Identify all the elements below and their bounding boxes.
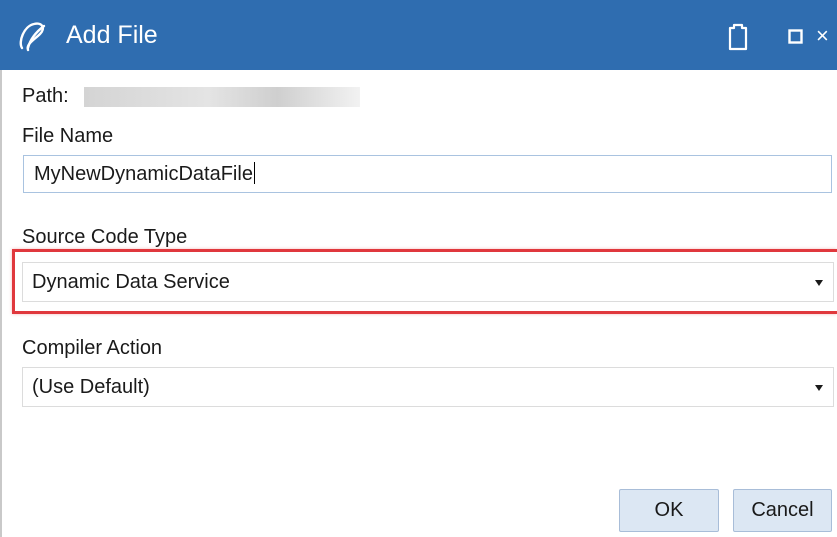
maximize-icon[interactable] xyxy=(788,29,803,44)
title-bar: Add File × xyxy=(0,0,837,70)
compiler-action-select[interactable]: (Use Default) xyxy=(22,367,834,407)
swirl-logo-icon xyxy=(19,22,46,52)
compiler-action-selected: (Use Default) xyxy=(32,376,150,398)
file-name-label: File Name xyxy=(22,125,114,147)
highlight-annotation xyxy=(12,249,837,314)
ok-button[interactable]: OK xyxy=(619,489,719,532)
text-caret xyxy=(253,162,255,184)
file-name-input[interactable]: MyNewDynamicDataFile xyxy=(23,155,832,193)
close-icon[interactable]: × xyxy=(816,25,836,47)
add-file-dialog: Add File × Path: File Name MyNewDynamicD… xyxy=(0,0,837,537)
path-value-redacted xyxy=(84,87,360,107)
chevron-down-icon xyxy=(815,385,823,391)
cancel-button[interactable]: Cancel xyxy=(733,489,832,532)
file-name-value: MyNewDynamicDataFile xyxy=(34,162,255,185)
clipboard-icon[interactable] xyxy=(727,23,749,51)
dialog-left-border xyxy=(0,70,2,537)
source-code-type-label: Source Code Type xyxy=(22,226,188,248)
compiler-action-label: Compiler Action xyxy=(22,337,163,359)
path-label: Path: xyxy=(22,85,69,107)
dialog-title: Add File xyxy=(66,21,158,49)
